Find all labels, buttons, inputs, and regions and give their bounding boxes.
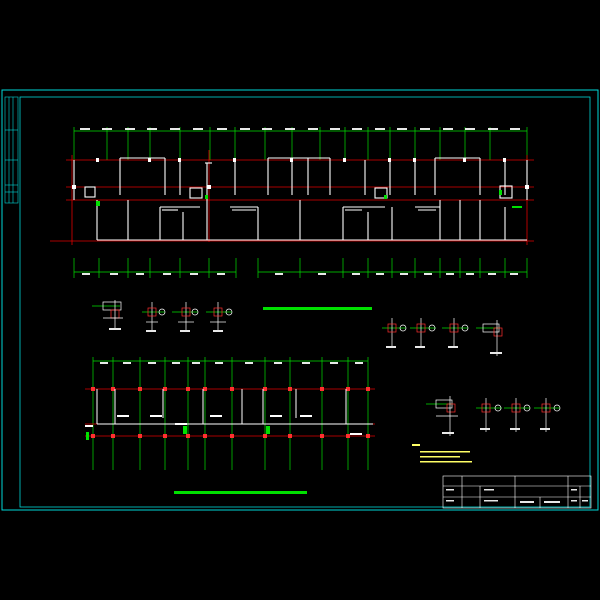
top-dimension-chain [73,127,528,160]
cad-drawing-canvas [1,89,599,511]
green-title-underline-lower [174,491,307,494]
title-block-text [446,489,588,503]
green-marks [96,190,522,208]
detail-9 [426,396,458,436]
lower-axis-lines [85,388,375,437]
bottom-dimension-chain-left [73,258,237,278]
lower-top-dimension-chain [92,357,369,470]
title-block [442,475,592,509]
column-markers [72,158,529,189]
notes-block [412,444,472,463]
lower-column-dots [91,387,370,438]
lower-beam-lines [96,389,373,425]
detail-5 [382,318,407,348]
detail-4 [206,302,233,332]
detail-7 [442,318,469,348]
wall-lines [73,157,528,241]
detail-3 [172,302,199,332]
detail-6 [410,318,436,348]
outer-frame [1,89,599,511]
binding-strip [4,96,19,204]
bottom-dimension-chain-right [257,258,528,278]
detail-10 [476,398,502,432]
detail-11 [504,398,531,432]
lower-floor-plan [85,357,375,470]
main-floor-plan [50,127,534,278]
lower-white-labels [85,415,362,435]
detail-group-row1-right [382,318,503,356]
detail-1 [92,300,123,330]
detail-group-row2 [426,396,561,436]
green-title-underline-upper [263,307,372,310]
detail-group-row1-left [92,300,233,332]
detail-12 [534,398,561,432]
detail-2 [142,302,166,332]
top-dimension-labels [80,128,520,130]
detail-8 [476,320,503,356]
lower-dimension-labels [100,362,363,364]
